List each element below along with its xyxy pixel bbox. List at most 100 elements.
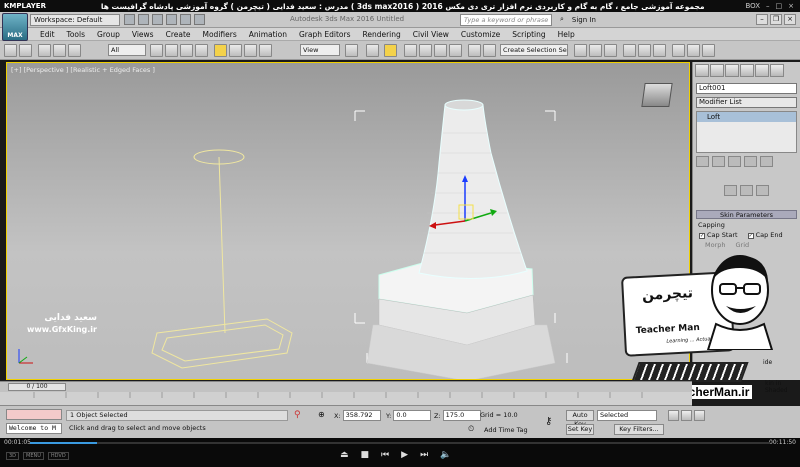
reference-coordinate-dropdown[interactable]: View xyxy=(300,44,340,56)
menu-help[interactable]: Help xyxy=(552,30,581,39)
key-icon[interactable]: ⚷ xyxy=(545,416,552,427)
cap-start-checkbox[interactable]: ✓ Cap Start xyxy=(699,231,738,239)
select-by-name-icon[interactable] xyxy=(165,44,178,57)
show-end-result-icon[interactable] xyxy=(712,156,725,167)
badge-hdvd[interactable]: HDVD xyxy=(47,452,69,460)
maxscript-mini-listener[interactable]: Welcome to M xyxy=(6,423,62,434)
set-key-button[interactable]: Set Key xyxy=(566,424,594,435)
display-tab-icon[interactable] xyxy=(755,64,769,77)
lock-selection-icon[interactable]: ⚲ xyxy=(294,410,304,421)
move-shape-icon[interactable] xyxy=(756,185,769,196)
menu-tools[interactable]: Tools xyxy=(61,30,91,39)
unlink-icon[interactable] xyxy=(53,44,66,57)
minimize-icon[interactable]: – xyxy=(766,2,770,10)
x-coordinate-field[interactable]: 358.792 xyxy=(342,410,381,421)
menu-scripting[interactable]: Scripting xyxy=(506,30,551,39)
select-and-place-icon[interactable] xyxy=(259,44,272,57)
time-slider-track[interactable]: 0 / 100 xyxy=(0,381,692,392)
go-to-start-icon[interactable] xyxy=(668,410,679,421)
hierarchy-tab-icon[interactable] xyxy=(725,64,739,77)
menu-modifiers[interactable]: Modifiers xyxy=(197,30,243,39)
restore-icon[interactable]: ❐ xyxy=(770,14,782,25)
key-selection-dropdown[interactable]: Selected xyxy=(597,410,657,421)
redo-icon[interactable] xyxy=(19,44,32,57)
morph-radio[interactable]: Morph xyxy=(705,241,726,249)
keyboard-shortcut-override-icon[interactable] xyxy=(384,44,397,57)
eject-icon[interactable]: ⏏ xyxy=(340,450,349,460)
play-icon[interactable] xyxy=(694,410,705,421)
workspace-dropdown[interactable]: Workspace: Default xyxy=(30,14,120,26)
curve-editor-icon[interactable] xyxy=(623,44,636,57)
window-crossing-icon[interactable] xyxy=(195,44,208,57)
menu-edit[interactable]: Edit xyxy=(34,30,61,39)
previous-frame-icon[interactable] xyxy=(681,410,692,421)
named-selection-set-dropdown[interactable]: Create Selection Se xyxy=(500,44,568,56)
select-object-icon[interactable] xyxy=(150,44,163,57)
make-unique-icon[interactable] xyxy=(728,156,741,167)
next-icon[interactable]: ⏭ xyxy=(420,450,428,460)
menu-rendering[interactable]: Rendering xyxy=(356,30,406,39)
search-icon[interactable]: ⌕ xyxy=(560,15,564,24)
select-and-move-icon[interactable] xyxy=(214,44,227,57)
render-setup-icon[interactable] xyxy=(672,44,685,57)
get-shape-icon[interactable] xyxy=(740,185,753,196)
pin-stack-icon[interactable] xyxy=(696,156,709,167)
select-and-scale-icon[interactable] xyxy=(244,44,257,57)
modify-tab-icon[interactable] xyxy=(710,64,724,77)
menu-group[interactable]: Group xyxy=(91,30,126,39)
time-slider[interactable]: 0 / 100 xyxy=(8,383,66,391)
create-tab-icon[interactable] xyxy=(695,64,709,77)
object-name-field[interactable]: Loft001 xyxy=(696,83,797,94)
maximize-icon[interactable]: □ xyxy=(776,2,783,10)
stack-item-loft[interactable]: Loft xyxy=(697,112,796,122)
material-editor-icon[interactable] xyxy=(653,44,666,57)
menu-animation[interactable]: Animation xyxy=(243,30,293,39)
undo-icon[interactable] xyxy=(4,44,17,57)
mirror-icon[interactable] xyxy=(483,44,496,57)
percent-snap-icon[interactable] xyxy=(434,44,447,57)
remove-modifier-icon[interactable] xyxy=(744,156,757,167)
undo-icon[interactable] xyxy=(166,14,177,25)
search-input[interactable]: Type a keyword or phrase xyxy=(460,14,552,26)
save-file-icon[interactable] xyxy=(152,14,163,25)
configure-sets-icon[interactable] xyxy=(760,156,773,167)
menu-create[interactable]: Create xyxy=(160,30,197,39)
play-icon[interactable]: ▶ xyxy=(401,450,408,460)
get-path-icon[interactable] xyxy=(724,185,737,196)
rectangular-selection-icon[interactable] xyxy=(180,44,193,57)
close-icon[interactable]: × xyxy=(788,2,794,10)
new-file-icon[interactable] xyxy=(124,14,135,25)
pivot-center-icon[interactable] xyxy=(345,44,358,57)
minimize-icon[interactable]: – xyxy=(756,14,768,25)
perspective-viewport[interactable]: [+] [Perspective ] [Realistic + Edged Fa… xyxy=(6,62,690,380)
rendered-frame-window-icon[interactable] xyxy=(687,44,700,57)
edit-named-selection-icon[interactable] xyxy=(468,44,481,57)
menu-graph-editors[interactable]: Graph Editors xyxy=(293,30,357,39)
link-icon[interactable] xyxy=(38,44,51,57)
y-coordinate-field[interactable]: 0.0 xyxy=(393,410,432,421)
auto-key-button[interactable]: Auto Key xyxy=(566,410,594,428)
layer-explorer-icon[interactable] xyxy=(589,44,602,57)
seek-bar[interactable] xyxy=(30,442,770,444)
app-logo-button[interactable]: MAX xyxy=(2,13,28,41)
sign-in-link[interactable]: Sign In xyxy=(572,16,596,24)
viewcube[interactable] xyxy=(641,83,673,107)
key-filters-button[interactable]: Key Filters... xyxy=(614,424,664,435)
add-time-tag-button[interactable]: Add Time Tag xyxy=(484,426,528,434)
menu-customize[interactable]: Customize xyxy=(455,30,506,39)
select-manipulate-icon[interactable] xyxy=(366,44,379,57)
select-and-rotate-icon[interactable] xyxy=(229,44,242,57)
close-icon[interactable]: × xyxy=(784,14,796,25)
volume-icon[interactable]: 🔈 xyxy=(440,450,451,460)
menu-civil-view[interactable]: Civil View xyxy=(407,30,455,39)
angle-snap-icon[interactable] xyxy=(419,44,432,57)
box-label[interactable]: BOX xyxy=(745,2,760,10)
selection-filter-dropdown[interactable]: All xyxy=(108,44,146,56)
project-folder-icon[interactable] xyxy=(194,14,205,25)
utilities-tab-icon[interactable] xyxy=(770,64,784,77)
bind-space-warp-icon[interactable] xyxy=(68,44,81,57)
time-tag-icon[interactable]: ⏲ xyxy=(468,424,478,435)
previous-icon[interactable]: ⏮ xyxy=(381,450,389,460)
schematic-view-icon[interactable] xyxy=(638,44,651,57)
menu-views[interactable]: Views xyxy=(126,30,160,39)
